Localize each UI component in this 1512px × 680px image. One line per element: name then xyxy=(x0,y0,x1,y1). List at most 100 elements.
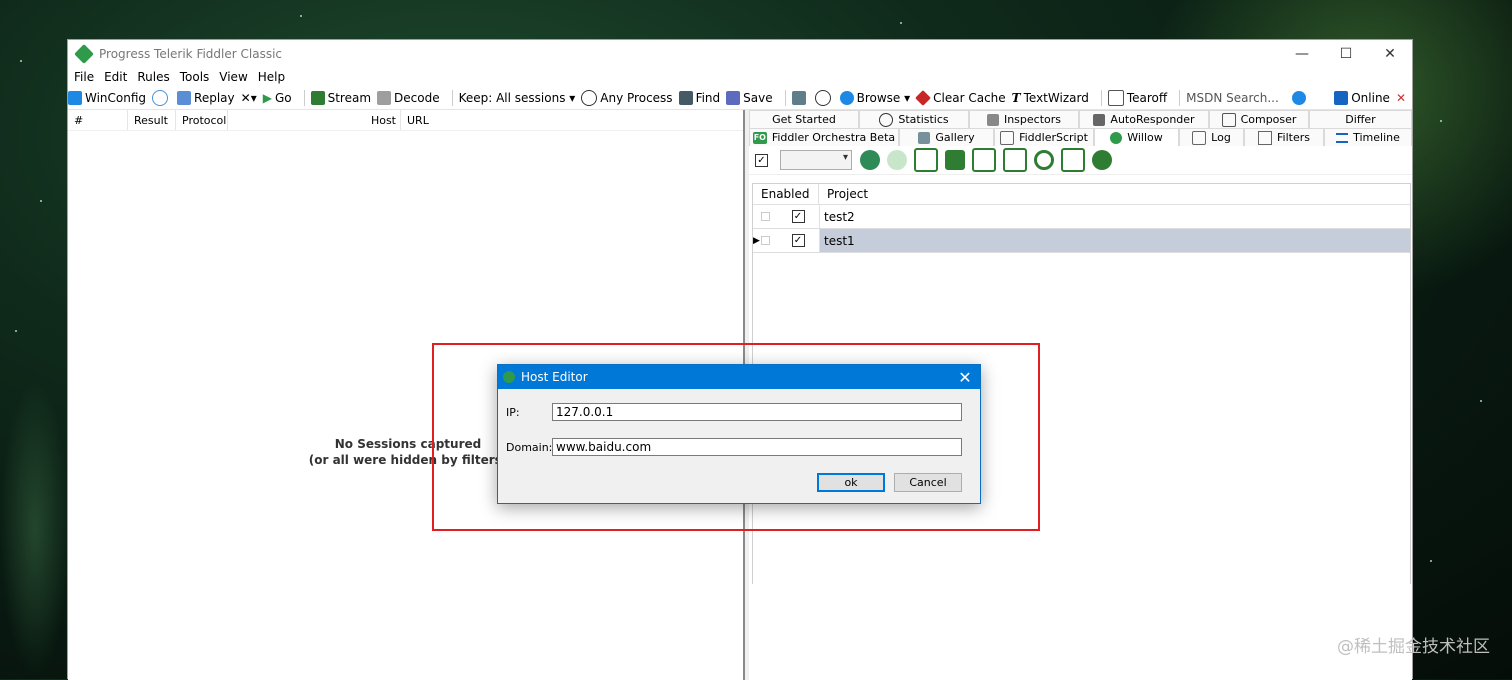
trash-icon[interactable] xyxy=(945,150,965,170)
menu-view[interactable]: View xyxy=(219,70,247,84)
sessions-header: # Result Protocol Host URL xyxy=(68,110,743,131)
clear-cache-button[interactable]: Clear Cache xyxy=(915,90,1006,106)
ip-input[interactable]: 127.0.0.1 xyxy=(552,403,962,421)
title-bar[interactable]: Progress Telerik Fiddler Classic — ☐ ✕ xyxy=(68,40,1412,67)
star xyxy=(15,330,17,332)
menu-tools[interactable]: Tools xyxy=(180,70,210,84)
help-button[interactable] xyxy=(1292,91,1309,105)
tab-autoresponder[interactable]: AutoResponder xyxy=(1079,110,1209,128)
globe-icon[interactable] xyxy=(860,150,880,170)
cancel-button[interactable]: Cancel xyxy=(894,473,962,492)
ie-icon xyxy=(839,91,854,105)
textwizard-button[interactable]: T TextWizard xyxy=(1012,91,1089,105)
tab-log[interactable]: Log xyxy=(1179,128,1244,146)
row-checkbox[interactable] xyxy=(760,236,770,245)
toolbar-separator xyxy=(784,90,786,106)
dialog-close-button[interactable]: ✕ xyxy=(950,365,980,389)
binoculars-icon xyxy=(678,91,693,105)
col-number[interactable]: # xyxy=(68,110,128,130)
tab-willow[interactable]: Willow xyxy=(1094,128,1179,146)
online-indicator[interactable]: Online xyxy=(1334,91,1390,105)
project-row-selected[interactable]: ▶ ✓ test1 xyxy=(753,229,1410,253)
menu-edit[interactable]: Edit xyxy=(104,70,127,84)
decode-icon xyxy=(377,91,392,105)
tree-icon xyxy=(1110,131,1123,144)
row-pointer-icon: ▶ xyxy=(753,235,760,246)
ok-button[interactable]: ok xyxy=(817,473,885,492)
comment-button[interactable] xyxy=(152,90,171,106)
menu-help[interactable]: Help xyxy=(258,70,285,84)
toolbar-close-button[interactable]: ✕ xyxy=(1396,91,1406,105)
enabled-checkbox[interactable]: ✓ xyxy=(791,234,805,247)
col-result[interactable]: Result xyxy=(128,110,176,130)
enabled-checkbox[interactable]: ✓ xyxy=(791,210,805,223)
star xyxy=(900,22,902,24)
import-icon[interactable] xyxy=(1003,148,1027,172)
tab-fiddlerscript[interactable]: FiddlerScript xyxy=(994,128,1094,146)
star xyxy=(40,200,42,202)
keep-sessions-dropdown[interactable]: Keep: All sessions ▾ xyxy=(459,91,576,105)
tab-filters[interactable]: Filters xyxy=(1244,128,1324,146)
edit-icon[interactable] xyxy=(1061,148,1085,172)
any-process-button[interactable]: Any Process xyxy=(581,90,673,106)
save-button[interactable]: Save xyxy=(726,91,773,105)
tab-row-1: Get Started Statistics Inspectors AutoRe… xyxy=(749,110,1412,128)
col-project[interactable]: Project xyxy=(819,184,1410,204)
tab-fiddler-orchestra[interactable]: FO Fiddler Orchestra Beta xyxy=(749,128,899,146)
watermark: @稀土掘金技术社区 xyxy=(1337,637,1490,657)
col-host[interactable]: Host xyxy=(228,110,401,130)
crosshair-icon xyxy=(581,90,598,106)
project-row[interactable]: ✓ test2 xyxy=(753,205,1410,229)
domain-input[interactable]: www.baidu.com xyxy=(552,438,962,456)
project-name: test1 xyxy=(824,233,855,248)
dialog-title-bar[interactable]: Host Editor ✕ xyxy=(498,365,980,389)
stream-button[interactable]: Stream xyxy=(310,91,371,105)
tab-get-started[interactable]: Get Started xyxy=(749,110,859,128)
tab-timeline[interactable]: Timeline xyxy=(1324,128,1412,146)
window-title: Progress Telerik Fiddler Classic xyxy=(99,46,283,61)
find-button[interactable]: Find xyxy=(678,91,720,105)
row-checkbox[interactable] xyxy=(760,212,770,221)
winconfig-button[interactable]: WinConfig xyxy=(68,91,146,105)
menu-file[interactable]: File xyxy=(74,70,94,84)
select-all-checkbox[interactable]: ✓ xyxy=(755,153,768,167)
browse-button[interactable]: Browse ▾ xyxy=(839,91,910,105)
tab-gallery[interactable]: Gallery xyxy=(899,128,994,146)
project-name: test2 xyxy=(824,209,855,224)
col-enabled[interactable]: Enabled xyxy=(753,184,819,204)
maximize-button[interactable]: ☐ xyxy=(1324,40,1368,67)
toolbar-separator xyxy=(1100,90,1102,106)
dialog-title: Host Editor xyxy=(521,370,588,384)
decode-button[interactable]: Decode xyxy=(377,91,440,105)
col-url[interactable]: URL xyxy=(401,110,743,130)
tree-icon xyxy=(503,371,515,383)
star xyxy=(300,15,302,17)
tearoff-button[interactable]: Tearoff xyxy=(1107,90,1167,106)
remove-button[interactable]: ✕▾ xyxy=(241,91,257,105)
copy-add-icon[interactable] xyxy=(914,148,938,172)
refresh-icon[interactable] xyxy=(887,150,907,170)
save-icon xyxy=(726,91,741,105)
tab-differ[interactable]: Differ xyxy=(1309,110,1412,128)
screenshot-button[interactable] xyxy=(791,91,809,105)
msdn-search-input[interactable]: MSDN Search... xyxy=(1186,91,1286,105)
project-dropdown[interactable] xyxy=(780,150,852,170)
fiddler-window: Progress Telerik Fiddler Classic — ☐ ✕ F… xyxy=(67,39,1413,680)
replay-button[interactable]: Replay xyxy=(177,91,235,105)
text-icon: T xyxy=(1011,91,1021,105)
inspectors-icon xyxy=(986,113,999,126)
network-icon xyxy=(1334,91,1349,105)
tab-composer[interactable]: Composer xyxy=(1209,110,1309,128)
timer-button[interactable] xyxy=(814,90,834,106)
tab-statistics[interactable]: Statistics xyxy=(859,110,969,128)
search-icon[interactable] xyxy=(1034,150,1054,170)
play-icon: ▶ xyxy=(262,91,272,105)
menu-rules[interactable]: Rules xyxy=(137,70,169,84)
minimize-button[interactable]: — xyxy=(1280,40,1324,67)
tab-inspectors[interactable]: Inspectors xyxy=(969,110,1079,128)
go-button[interactable]: ▶ Go xyxy=(263,91,292,105)
gear-icon[interactable] xyxy=(1092,150,1112,170)
export-icon[interactable] xyxy=(972,148,996,172)
close-button[interactable]: ✕ xyxy=(1368,40,1412,67)
col-protocol[interactable]: Protocol xyxy=(176,110,228,130)
